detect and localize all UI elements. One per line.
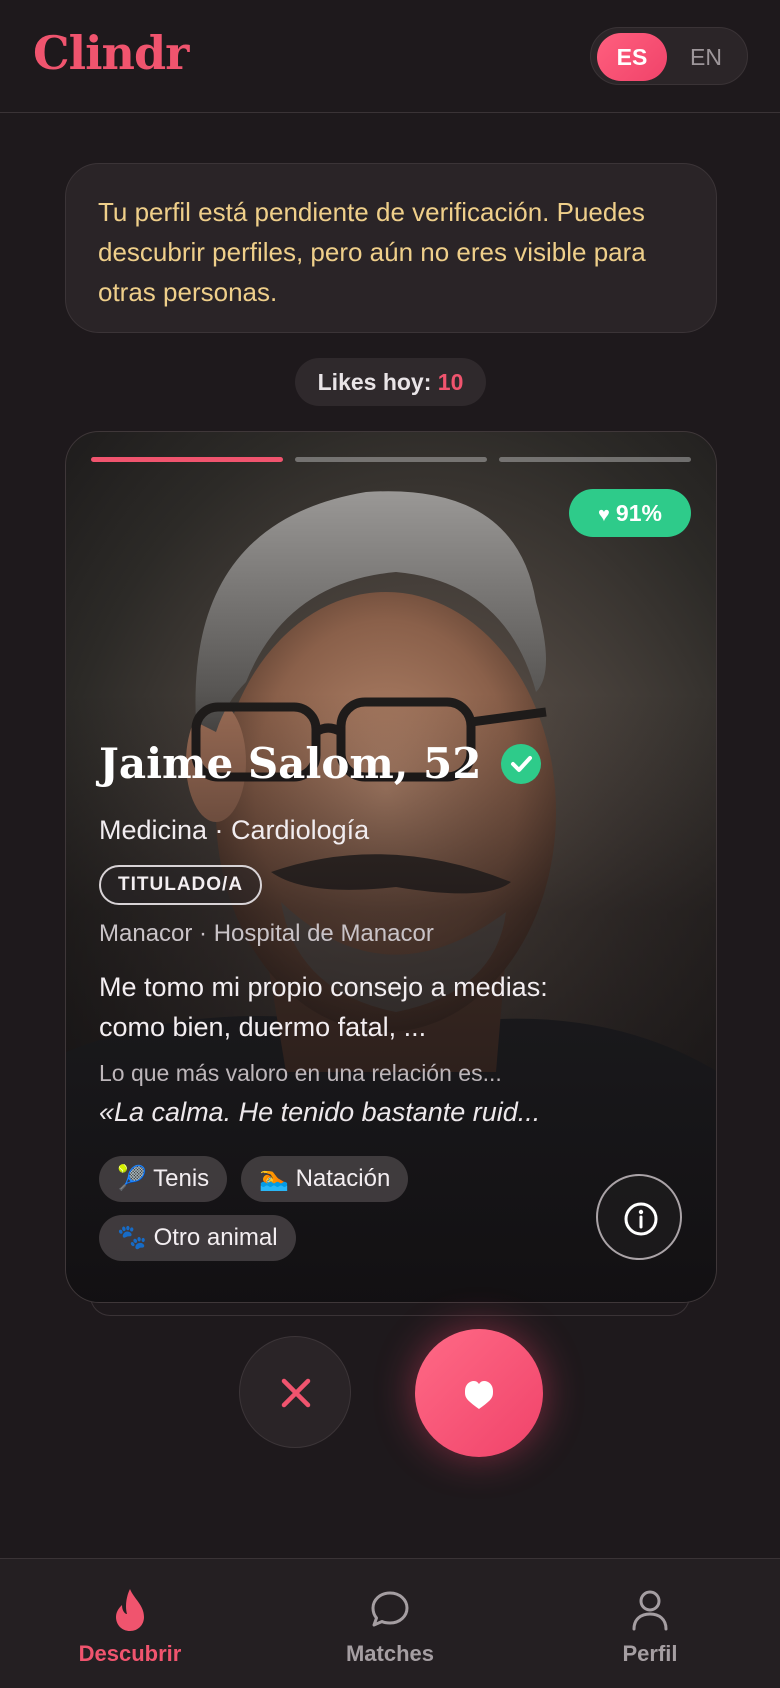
likes-label: Likes hoy: [317, 369, 432, 395]
degree-badge: TITULADO/A [99, 865, 263, 905]
interest-tag-tennis: 🎾 Tenis [99, 1156, 228, 1202]
heart-icon: ♥ [598, 504, 610, 526]
pass-button[interactable] [239, 1336, 351, 1448]
nav-label-profile: Perfil [622, 1641, 678, 1666]
profile-name-age: Jaime Salom, 52 [99, 739, 482, 788]
likes-count: 10 [437, 369, 464, 395]
tennis-icon: 🎾 [117, 1165, 147, 1192]
match-percentage: 91% [615, 500, 662, 526]
close-icon [281, 1378, 311, 1408]
profile-info-button[interactable] [596, 1174, 682, 1260]
profile-specialty: Medicina · Cardiología [99, 815, 370, 845]
interest-tag-swimming: 🏊 Natación [241, 1156, 409, 1202]
photo-progress-3 [499, 457, 691, 462]
swimming-icon: 🏊 [259, 1165, 289, 1192]
profile-location: Manacor · Hospital de Manacor [99, 920, 434, 947]
like-button[interactable] [415, 1329, 543, 1457]
heart-icon [465, 1381, 493, 1409]
nav-item-discover[interactable]: Descubrir [30, 1559, 230, 1688]
nav-item-matches[interactable]: Matches [290, 1559, 490, 1688]
nav-item-profile[interactable]: Perfil [550, 1559, 750, 1688]
paw-icon: 🐾 [117, 1224, 147, 1251]
app-header: Clindr ES EN [0, 0, 780, 113]
language-switch: ES EN [590, 27, 748, 85]
bottom-navigation: Descubrir Matches Perfil [0, 1558, 780, 1688]
user-icon [632, 1590, 668, 1631]
chat-bubble-icon [371, 1591, 409, 1627]
photo-progress-2 [295, 457, 487, 462]
info-icon [624, 1202, 658, 1236]
nav-label-discover: Descubrir [78, 1641, 182, 1666]
profile-bio: Me tomo mi propio consejo a medias: como… [99, 972, 548, 1042]
likes-counter: Likes hoy: 10 [295, 358, 486, 406]
language-es-button[interactable]: ES [597, 33, 667, 81]
profile-card[interactable]: ♥ 91% Jaime Salom, 52 Medicina · Cardiolo… [65, 431, 717, 1303]
verified-check-icon [500, 743, 541, 784]
nav-label-matches: Matches [345, 1641, 435, 1666]
interest-tag-label: Natación [295, 1165, 391, 1192]
photo-progress-1 [91, 457, 283, 462]
verification-notice: Tu perfil está pendiente de verificación… [65, 163, 717, 333]
interest-tag-label: Tenis [153, 1165, 210, 1192]
flame-icon [116, 1589, 144, 1631]
prompt-answer: «La calma. He tenido bastante ruid... [99, 1097, 541, 1127]
app-logo: Clindr [33, 26, 189, 80]
interest-tag-label: Otro animal [153, 1224, 278, 1251]
language-en-button[interactable]: EN [671, 33, 741, 81]
profile-name-row: Jaime Salom, 52 [99, 739, 541, 795]
interest-tag-pet: 🐾 Otro animal [99, 1215, 296, 1261]
prompt-question: Lo que más valoro en una relación es... [99, 1060, 502, 1086]
match-percentage-badge: ♥ 91% [569, 489, 691, 537]
